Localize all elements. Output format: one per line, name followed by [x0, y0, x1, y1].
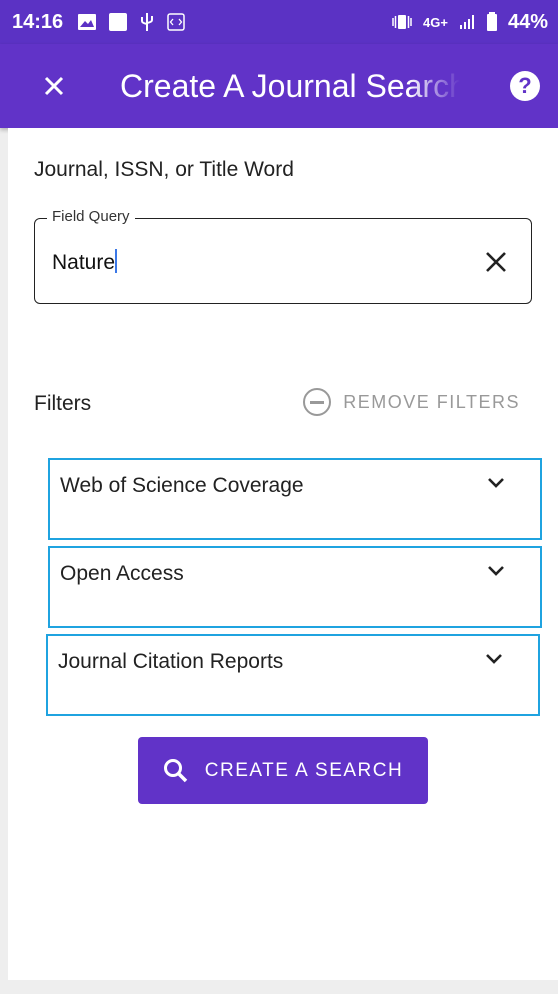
page-title: Create A Journal Search — [120, 67, 460, 104]
battery-percent: 44% — [507, 10, 548, 33]
create-search-label: CREATE A SEARCH — [204, 759, 404, 781]
image-icon — [77, 13, 97, 31]
chevron-down-icon — [488, 478, 504, 488]
battery-icon — [486, 12, 498, 32]
input-value: Nature — [52, 251, 116, 274]
help-icon[interactable]: ? — [510, 71, 540, 101]
text-cursor — [115, 249, 118, 273]
filter-label: Open Access — [60, 562, 184, 585]
search-icon — [163, 758, 187, 782]
square-notification-icon — [109, 13, 128, 31]
filter-label: Web of Science Coverage — [60, 474, 304, 497]
network-type: 4G+ — [423, 14, 448, 30]
field-query-input[interactable]: Field Query Nature — [34, 208, 532, 304]
remove-circle-icon — [303, 388, 332, 416]
remove-filters-button[interactable]: REMOVE FILTERS — [303, 388, 520, 416]
notification-icons — [77, 12, 185, 32]
filter-web-of-science-coverage[interactable]: Web of Science Coverage — [48, 458, 542, 540]
status-time: 14:16 — [12, 10, 64, 33]
filter-open-access[interactable]: Open Access — [48, 546, 542, 628]
filter-journal-citation-reports[interactable]: Journal Citation Reports — [46, 634, 540, 716]
usb-icon — [139, 12, 155, 32]
chevron-down-icon — [488, 566, 504, 576]
field-label: Journal, ISSN, or Title Word — [34, 158, 294, 181]
input-legend: Field Query — [47, 208, 135, 225]
close-icon[interactable] — [38, 70, 70, 102]
vibrate-icon — [391, 13, 413, 31]
create-search-button[interactable]: CREATE A SEARCH — [138, 737, 428, 804]
code-icon — [167, 13, 185, 31]
filter-label: Journal Citation Reports — [58, 650, 284, 673]
app-bar: Create A Journal Search ? — [0, 44, 558, 128]
chevron-down-icon — [486, 654, 502, 664]
status-bar: 14:16 4G+ 44% — [0, 0, 558, 44]
signal-icon — [458, 13, 476, 31]
input-value-wrap: Nature — [52, 249, 118, 275]
status-right: 4G+ 44% — [391, 11, 548, 34]
clear-icon[interactable] — [483, 249, 509, 275]
remove-filters-label: REMOVE FILTERS — [343, 391, 520, 412]
search-form: Journal, ISSN, or Title Word Field Query… — [8, 128, 558, 980]
filters-label: Filters — [34, 392, 92, 415]
